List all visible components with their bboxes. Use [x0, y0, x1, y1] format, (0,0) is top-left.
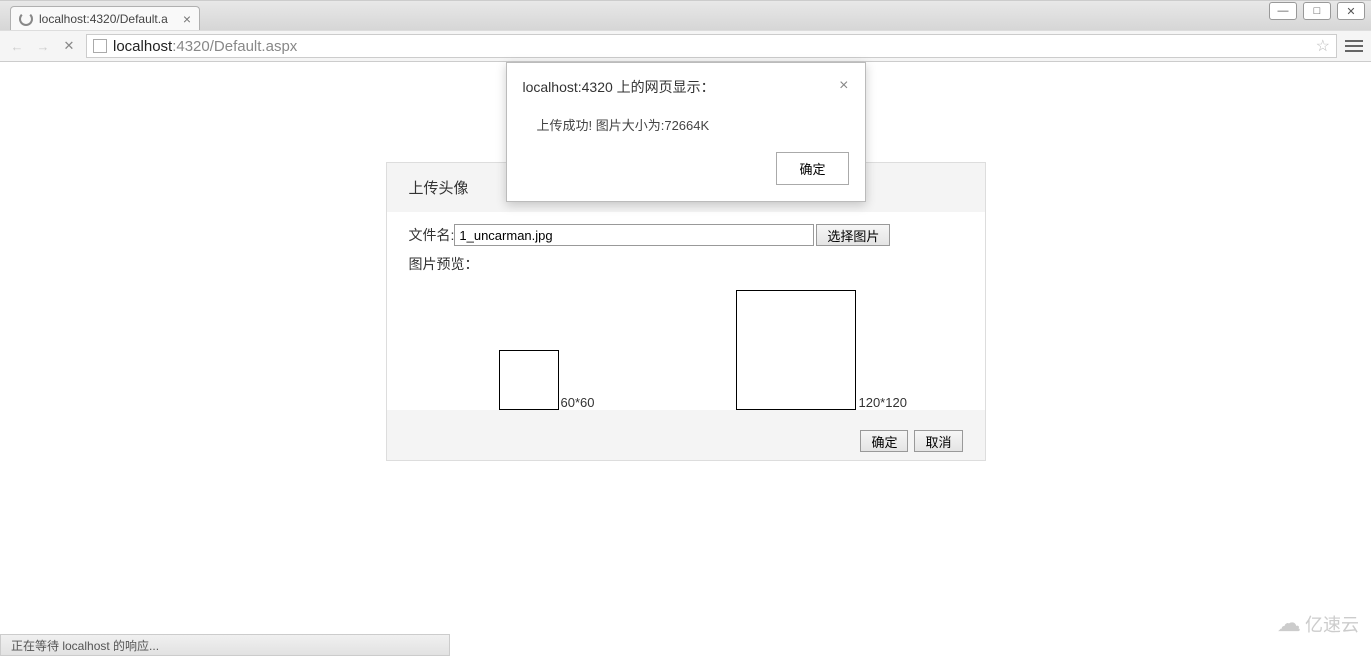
tab-close-icon[interactable]: ×	[183, 11, 191, 27]
cloud-icon: ☁	[1277, 609, 1301, 638]
upload-avatar-panel: 上传头像 文件名: 选择图片 图片预览： 60*60 120*120 确定 取消	[386, 162, 986, 461]
watermark: ☁ 亿速云	[1277, 609, 1359, 638]
alert-dialog: localhost:4320 上的网页显示： × 上传成功! 图片大小为:726…	[506, 62, 866, 202]
cancel-button[interactable]: 取消	[914, 430, 962, 452]
forward-button[interactable]: →	[34, 37, 52, 55]
alert-message: 上传成功! 图片大小为:72664K	[507, 97, 865, 152]
choose-image-button[interactable]: 选择图片	[816, 224, 890, 246]
decorative-blur	[0, 1, 1371, 31]
preview-60-box	[499, 350, 559, 410]
preview-label: 图片预览：	[409, 254, 479, 274]
window-close-button[interactable]: ✕	[1337, 2, 1365, 20]
stop-button[interactable]: ✕	[60, 37, 78, 55]
address-bar[interactable]: localhost:4320/Default.aspx ☆	[86, 34, 1337, 58]
alert-title: localhost:4320 上的网页显示：	[523, 77, 715, 97]
maximize-button[interactable]: □	[1303, 2, 1331, 20]
status-text: 正在等待 localhost 的响应...	[11, 637, 159, 654]
window-controls: — □ ✕	[1269, 2, 1365, 20]
minimize-button[interactable]: —	[1269, 2, 1297, 20]
watermark-text: 亿速云	[1305, 611, 1359, 637]
preview-120-box	[736, 290, 856, 410]
alert-ok-button[interactable]: 确定	[776, 152, 848, 185]
loading-spinner-icon	[19, 12, 33, 26]
url-host: localhost	[113, 38, 172, 55]
status-bar: 正在等待 localhost 的响应...	[0, 634, 450, 656]
back-button[interactable]: ←	[8, 37, 26, 55]
tab-title: localhost:4320/Default.a	[39, 12, 179, 26]
browser-tab-bar: localhost:4320/Default.a ×	[0, 0, 1371, 30]
page-content: 上传头像 文件名: 选择图片 图片预览： 60*60 120*120 确定 取消	[0, 62, 1371, 634]
bookmark-star-icon[interactable]: ☆	[1316, 36, 1330, 56]
url-path: :4320/Default.aspx	[172, 38, 297, 55]
filename-input[interactable]	[454, 224, 814, 246]
page-icon	[93, 39, 107, 53]
preview-120-caption: 120*120	[858, 395, 906, 410]
menu-button[interactable]	[1345, 40, 1363, 52]
browser-tab[interactable]: localhost:4320/Default.a ×	[10, 6, 200, 30]
nav-toolbar: ← → ✕ localhost:4320/Default.aspx ☆	[0, 30, 1371, 62]
confirm-button[interactable]: 确定	[860, 430, 908, 452]
preview-60-caption: 60*60	[561, 395, 595, 410]
alert-close-icon[interactable]: ×	[839, 77, 848, 95]
filename-label: 文件名:	[409, 225, 455, 245]
